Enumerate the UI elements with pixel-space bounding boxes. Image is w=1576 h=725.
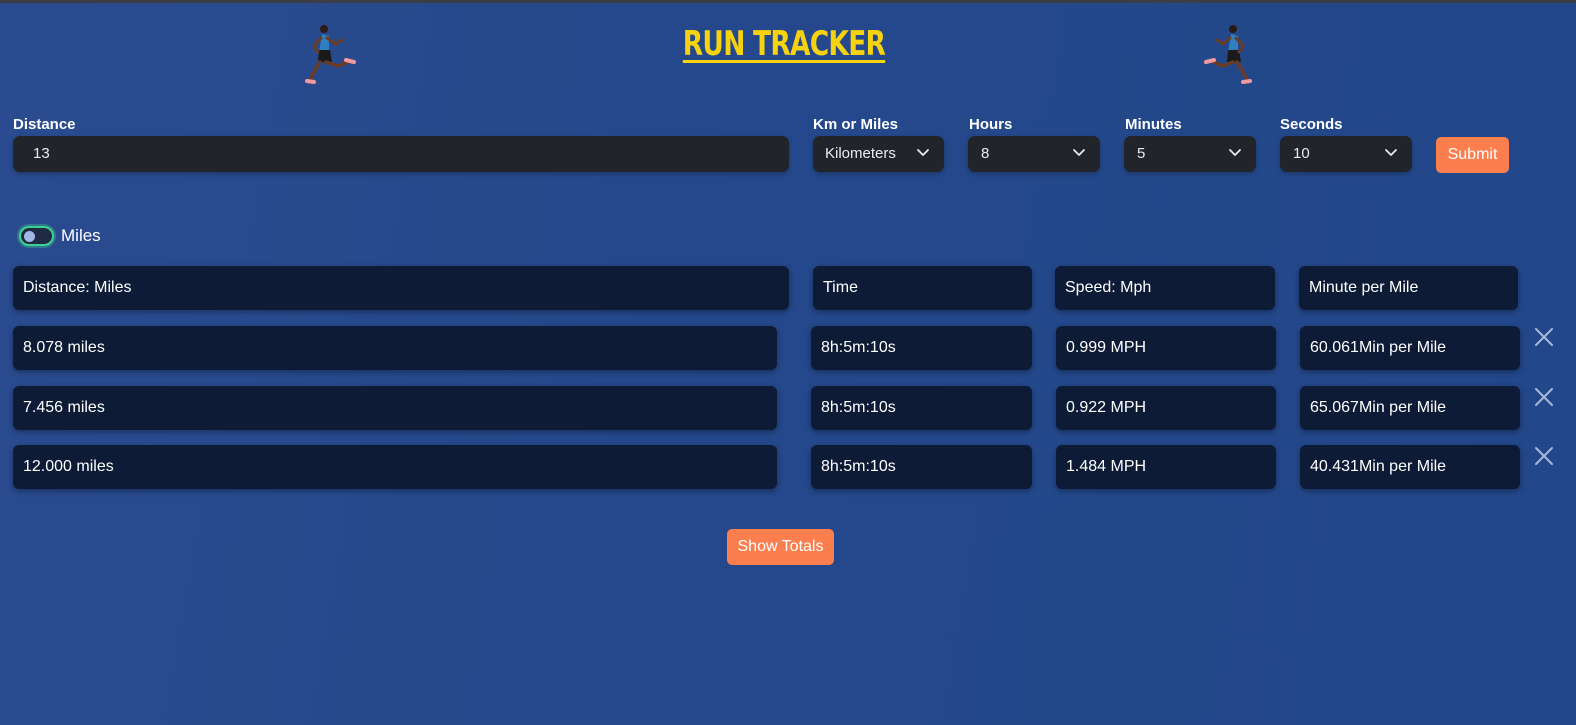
unit-select-value: Kilometers (825, 145, 896, 162)
hours-select-value: 8 (981, 145, 990, 162)
minutes-select-value: 5 (1137, 145, 1146, 162)
row-3-distance: 12.000 miles (13, 445, 777, 489)
row-2-time: 8h:5m:10s (811, 386, 1032, 430)
close-icon[interactable] (1533, 326, 1555, 348)
distance-input[interactable]: 13 (13, 136, 789, 172)
chevron-down-icon (1229, 149, 1241, 156)
chevron-down-icon (917, 149, 929, 156)
row-1-speed: 0.999 MPH (1056, 326, 1276, 370)
chevron-down-icon (1385, 149, 1397, 156)
unit-select[interactable]: Kilometers (813, 136, 944, 172)
row-3-time: 8h:5m:10s (811, 445, 1032, 489)
seconds-select[interactable]: 10 (1280, 136, 1412, 172)
seconds-label: Seconds (1280, 116, 1343, 133)
chevron-down-icon (1073, 149, 1085, 156)
row-1-time: 8h:5m:10s (811, 326, 1032, 370)
row-2-distance: 7.456 miles (13, 386, 777, 430)
row-1-distance: 8.078 miles (13, 326, 777, 370)
unit-label: Km or Miles (813, 116, 899, 133)
hours-select[interactable]: 8 (968, 136, 1100, 172)
miles-toggle[interactable] (19, 226, 54, 246)
close-icon[interactable] (1533, 445, 1555, 467)
header-time: Time (813, 266, 1032, 310)
minutes-select[interactable]: 5 (1124, 136, 1256, 172)
header-speed: Speed: Mph (1055, 266, 1275, 310)
seconds-select-value: 10 (1293, 145, 1310, 162)
row-2-speed: 0.922 MPH (1056, 386, 1276, 430)
row-1-pace: 60.061Min per Mile (1300, 326, 1520, 370)
distance-value: 13 (33, 145, 50, 162)
header-pace: Minute per Mile (1299, 266, 1518, 310)
window-top-border (0, 0, 1576, 3)
hours-label: Hours (969, 116, 1013, 133)
submit-button[interactable]: Submit (1436, 137, 1509, 173)
row-3-speed: 1.484 MPH (1056, 445, 1276, 489)
toggle-knob (24, 231, 35, 242)
miles-toggle-label: Miles (61, 226, 101, 245)
runner-icon (1204, 25, 1252, 84)
distance-label: Distance (13, 116, 76, 133)
show-totals-button[interactable]: Show Totals (727, 529, 834, 565)
row-3-pace: 40.431Min per Mile (1300, 445, 1520, 489)
minutes-label: Minutes (1125, 116, 1182, 133)
row-2-pace: 65.067Min per Mile (1300, 386, 1520, 430)
close-icon[interactable] (1533, 386, 1555, 408)
header-distance: Distance: Miles (13, 266, 789, 310)
